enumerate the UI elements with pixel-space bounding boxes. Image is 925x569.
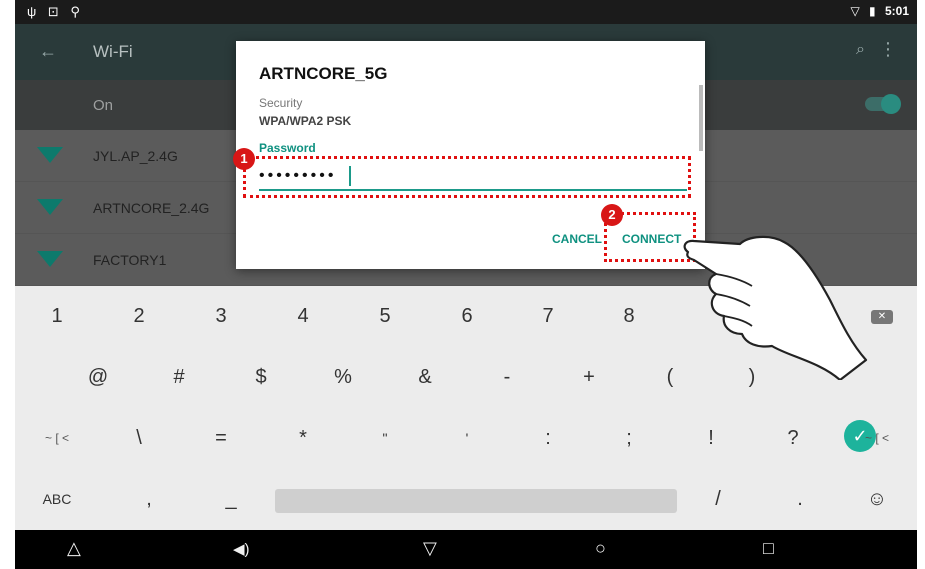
status-left-icons: ψ ⊡ ⚲	[27, 4, 84, 19]
key-3[interactable]: 3	[181, 286, 261, 347]
key-at[interactable]: @	[58, 347, 138, 408]
network-name: ARTNCORE_2.4G	[93, 200, 210, 216]
toggle-knob	[881, 94, 901, 114]
wifi-toggle[interactable]	[865, 94, 901, 114]
wifi-signal-icon	[37, 147, 63, 163]
key-semicolon[interactable]: ;	[589, 408, 669, 469]
emoji-icon[interactable]: ☺	[837, 469, 917, 530]
key-minus[interactable]: -	[467, 347, 547, 408]
network-name: FACTORY1	[93, 252, 167, 268]
key-abc[interactable]: ABC	[17, 469, 97, 530]
status-right: ▽ ▮ 5:01	[844, 4, 909, 18]
dialog-title: ARTNCORE_5G	[259, 64, 388, 83]
nav-back-icon[interactable]: △	[67, 538, 81, 559]
android-screen: ψ ⊡ ⚲ ▽ ▮ 5:01 ← Wi-Fi ⌕ ⋮ On JYL.AP_2.4…	[15, 0, 917, 569]
page-title: Wi-Fi	[93, 42, 133, 61]
wifi-signal-locked-icon	[37, 199, 63, 215]
key-1[interactable]: 1	[17, 286, 97, 347]
key-more-symbols[interactable]: ~ [ <	[17, 408, 97, 469]
security-value: WPA/WPA2 PSK	[259, 114, 352, 128]
key-backslash[interactable]: \	[99, 408, 179, 469]
key-6[interactable]: 6	[427, 286, 507, 347]
wifi-status-icon: ▽	[850, 4, 860, 18]
key-ampersand[interactable]: &	[385, 347, 465, 408]
key-period[interactable]: .	[760, 469, 840, 530]
key-percent[interactable]: %	[303, 347, 383, 408]
nav-recents-icon[interactable]: □	[763, 538, 774, 559]
key-equals[interactable]: =	[181, 408, 261, 469]
network-name: JYL.AP_2.4G	[93, 148, 178, 164]
key-comma[interactable]: ,	[109, 469, 189, 530]
back-arrow-icon[interactable]: ←	[39, 41, 57, 62]
key-more-symbols-right[interactable]: ~ [ <	[837, 408, 917, 469]
step-badge-1: 1	[233, 148, 255, 170]
key-2[interactable]: 2	[99, 286, 179, 347]
wifi-on-label: On	[93, 97, 114, 114]
tapping-hand-icon	[683, 235, 868, 380]
keyboard-row-punct: ~ [ < \ = * " ' : ; ! ? ~ [ <	[15, 408, 917, 469]
key-plus[interactable]: +	[549, 347, 629, 408]
key-colon[interactable]: :	[508, 408, 588, 469]
key-single-quote[interactable]: '	[427, 408, 507, 469]
nav-down-icon[interactable]: ▽	[423, 538, 437, 559]
key-8[interactable]: 8	[589, 286, 669, 347]
key-underscore[interactable]: _	[191, 469, 271, 530]
backspace-icon[interactable]: ✕	[871, 310, 893, 324]
key-5[interactable]: 5	[345, 286, 425, 347]
clock: 5:01	[884, 4, 909, 18]
security-label: Security	[259, 96, 303, 110]
battery-icon: ▮	[869, 4, 876, 18]
key-dollar[interactable]: $	[221, 347, 301, 408]
nav-home-icon[interactable]: ○	[595, 538, 606, 559]
space-bar[interactable]	[275, 489, 677, 513]
status-bar: ψ ⊡ ⚲ ▽ ▮ 5:01	[15, 0, 917, 24]
cancel-button[interactable]: CANCEL	[552, 232, 602, 246]
search-icon[interactable]: ⌕	[856, 41, 865, 59]
wifi-signal-icon	[37, 251, 63, 267]
key-slash[interactable]: /	[678, 469, 758, 530]
key-4[interactable]: 4	[263, 286, 343, 347]
more-options-icon[interactable]: ⋮	[879, 39, 897, 60]
password-label: Password	[259, 141, 316, 155]
dialog-scrollbar[interactable]	[699, 85, 703, 151]
key-7[interactable]: 7	[508, 286, 588, 347]
navigation-bar: △ ◀) ▽ ○ □	[15, 530, 917, 569]
step-badge-2: 2	[601, 204, 623, 226]
key-asterisk[interactable]: *	[263, 408, 343, 469]
key-exclamation[interactable]: !	[671, 408, 751, 469]
password-highlight-box	[243, 156, 691, 198]
key-question[interactable]: ?	[753, 408, 833, 469]
volume-icon[interactable]: ◀)	[233, 540, 250, 558]
key-double-quote[interactable]: "	[345, 408, 425, 469]
key-hash[interactable]: #	[139, 347, 219, 408]
